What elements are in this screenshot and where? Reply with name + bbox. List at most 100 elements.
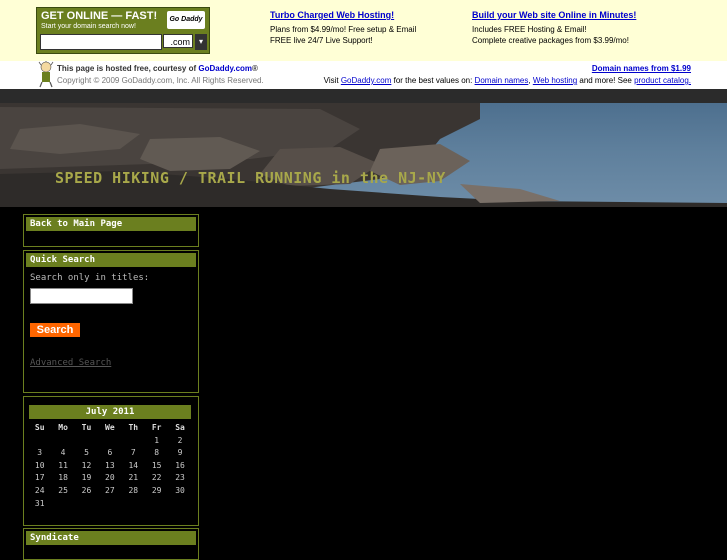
calendar-day[interactable]: 15	[145, 460, 168, 473]
calendar-day[interactable]: 3	[28, 447, 51, 460]
calendar-day	[168, 498, 191, 511]
advanced-search-link[interactable]: Advanced Search	[30, 358, 111, 368]
quick-search-box: Quick Search Search only in titles: Sear…	[23, 250, 199, 393]
calendar-box: July 2011 Su Mo Tu We Th Fr Sa 123456789…	[23, 396, 199, 526]
calendar-day[interactable]: 17	[28, 472, 51, 485]
calendar-week: 12	[28, 435, 192, 448]
ad-bar: GET ONLINE — FAST! Start your domain sea…	[0, 0, 727, 61]
calendar-day[interactable]: 13	[98, 460, 121, 473]
ad-website-builder-link[interactable]: Build your Web site Online in Minutes!	[472, 10, 636, 22]
syndicate-heading: Syndicate	[26, 531, 196, 545]
rocky-shore-image	[0, 89, 727, 207]
calendar-day[interactable]: 29	[145, 485, 168, 498]
calendar-month: July 2011	[29, 405, 191, 419]
calendar-day[interactable]: 2	[168, 435, 191, 448]
promo-subtitle: Start your domain search now!	[41, 23, 136, 30]
domain-names-link[interactable]: Domain names from $1.99	[592, 64, 691, 73]
calendar-day[interactable]: 8	[145, 447, 168, 460]
back-to-main-link[interactable]: Back to Main Page	[26, 217, 196, 231]
ad-website-builder-line2: Complete creative packages from $3.99/mo…	[472, 36, 629, 45]
calendar-weeks: 1 2 3 4 5 6 7 8 9 10 11 12 13 14 15 16 17 18 19 20 21 22 23 24 2…	[28, 435, 192, 511]
calendar-day[interactable]: 11	[51, 460, 74, 473]
visit-text-3: and more! See	[577, 76, 635, 85]
product-catalog-link[interactable]: product catalog.	[634, 76, 691, 85]
visit-text-2: for the best values on:	[391, 76, 475, 85]
search-input[interactable]	[30, 288, 133, 304]
calendar-day	[75, 435, 98, 448]
calendar-week: 10 11 12 13 14 15 16	[28, 460, 192, 473]
calendar-day	[145, 498, 168, 511]
calendar-day[interactable]: 10	[28, 460, 51, 473]
calendar-day[interactable]: 19	[75, 472, 98, 485]
ad-website-builder-line1: Includes FREE Hosting & Email!	[472, 24, 587, 34]
site-title: SPEED HIKING / TRAIL RUNNING in the NJ-N…	[55, 169, 446, 187]
calendar-day[interactable]: 23	[168, 472, 191, 485]
godaddy-logo-icon[interactable]: Go Daddy	[167, 11, 205, 29]
registered-mark: ®	[252, 64, 258, 73]
calendar-week: 31	[28, 498, 192, 511]
search-button[interactable]: Search	[30, 323, 80, 337]
calendar-day[interactable]: 21	[122, 472, 145, 485]
syndicate-box: Syndicate	[23, 528, 199, 560]
calendar-day[interactable]: 18	[51, 472, 74, 485]
hosted-free-text: This page is hosted free, courtesy of	[57, 64, 199, 73]
header-banner: SPEED HIKING / TRAIL RUNNING in the NJ-N…	[0, 89, 727, 207]
weekday-label: Th	[128, 423, 139, 432]
calendar-day[interactable]: 24	[28, 485, 51, 498]
calendar-day	[98, 435, 121, 448]
visit-text: Visit	[323, 76, 341, 85]
hosted-free-notice: This page is hosted free, courtesy of Go…	[57, 64, 258, 73]
weekday-label: Sa	[175, 423, 185, 432]
calendar-day	[51, 435, 74, 448]
calendar-day	[75, 498, 98, 511]
main-page-box: Back to Main Page	[23, 214, 199, 247]
ad-hosting-line2: FREE live 24/7 Live Support!	[270, 36, 373, 45]
calendar-day[interactable]: 28	[122, 485, 145, 498]
search-label: Search only in titles:	[30, 273, 150, 283]
calendar-day	[122, 498, 145, 511]
domain-names-text-link[interactable]: Domain names	[475, 76, 529, 85]
calendar-day[interactable]: 7	[122, 447, 145, 460]
calendar-weekdays: Su Mo Tu We Th Fr Sa	[28, 422, 192, 435]
domain-search-promo[interactable]: GET ONLINE — FAST! Start your domain sea…	[36, 7, 210, 54]
godaddy-link[interactable]: GoDaddy.com	[198, 64, 252, 73]
calendar-week: 17 18 19 20 21 22 23	[28, 472, 192, 485]
tld-select[interactable]: .com	[163, 34, 193, 48]
calendar-day[interactable]: 16	[168, 460, 191, 473]
ad-website-builder: Build your Web site Online in Minutes! I…	[472, 10, 636, 47]
ad-hosting-link[interactable]: Turbo Charged Web Hosting!	[270, 10, 416, 22]
quick-search-heading: Quick Search	[26, 253, 196, 267]
tld-dropdown-button[interactable]: ▾	[195, 34, 207, 50]
calendar-day[interactable]: 6	[98, 447, 121, 460]
calendar-day[interactable]: 9	[168, 447, 191, 460]
calendar-day[interactable]: 12	[75, 460, 98, 473]
calendar-week: 24 25 26 27 28 29 30	[28, 485, 192, 498]
domain-search-input[interactable]	[40, 34, 162, 50]
calendar-day[interactable]: 25	[51, 485, 74, 498]
web-hosting-link[interactable]: Web hosting	[533, 76, 577, 85]
ad-hosting-line1: Plans from $4.99/mo! Free setup & Email	[270, 24, 417, 34]
calendar-grid: Su Mo Tu We Th Fr Sa 1 2 3 4 5 6 7 8 9 10 11 12 13 14…	[28, 422, 192, 510]
weekday-label: Su	[34, 423, 45, 432]
calendar-day[interactable]: 1	[145, 435, 168, 448]
calendar-day[interactable]: 14	[122, 460, 145, 473]
calendar-week: 3456789	[28, 447, 192, 460]
calendar-day[interactable]: 31	[28, 498, 51, 511]
calendar-day[interactable]: 26	[75, 485, 98, 498]
copyright: Copyright © 2009 GoDaddy.com, Inc. All R…	[57, 76, 264, 85]
weekday-label: Tu	[81, 423, 92, 432]
weekday-label: We	[105, 423, 115, 432]
calendar-day	[28, 435, 51, 448]
visit-notice: Visit GoDaddy.com for the best values on…	[324, 76, 691, 85]
calendar-day[interactable]: 22	[145, 472, 168, 485]
calendar-day	[98, 498, 121, 511]
calendar-day[interactable]: 4	[51, 447, 74, 460]
hosting-notice-bar: This page is hosted free, courtesy of Go…	[0, 61, 727, 89]
calendar-day[interactable]: 20	[98, 472, 121, 485]
promo-title: GET ONLINE — FAST!	[41, 10, 158, 22]
calendar-day[interactable]: 30	[168, 485, 191, 498]
calendar-day	[122, 435, 145, 448]
visit-godaddy-link[interactable]: GoDaddy.com	[341, 76, 392, 85]
calendar-day[interactable]: 27	[98, 485, 121, 498]
calendar-day[interactable]: 5	[75, 447, 98, 460]
